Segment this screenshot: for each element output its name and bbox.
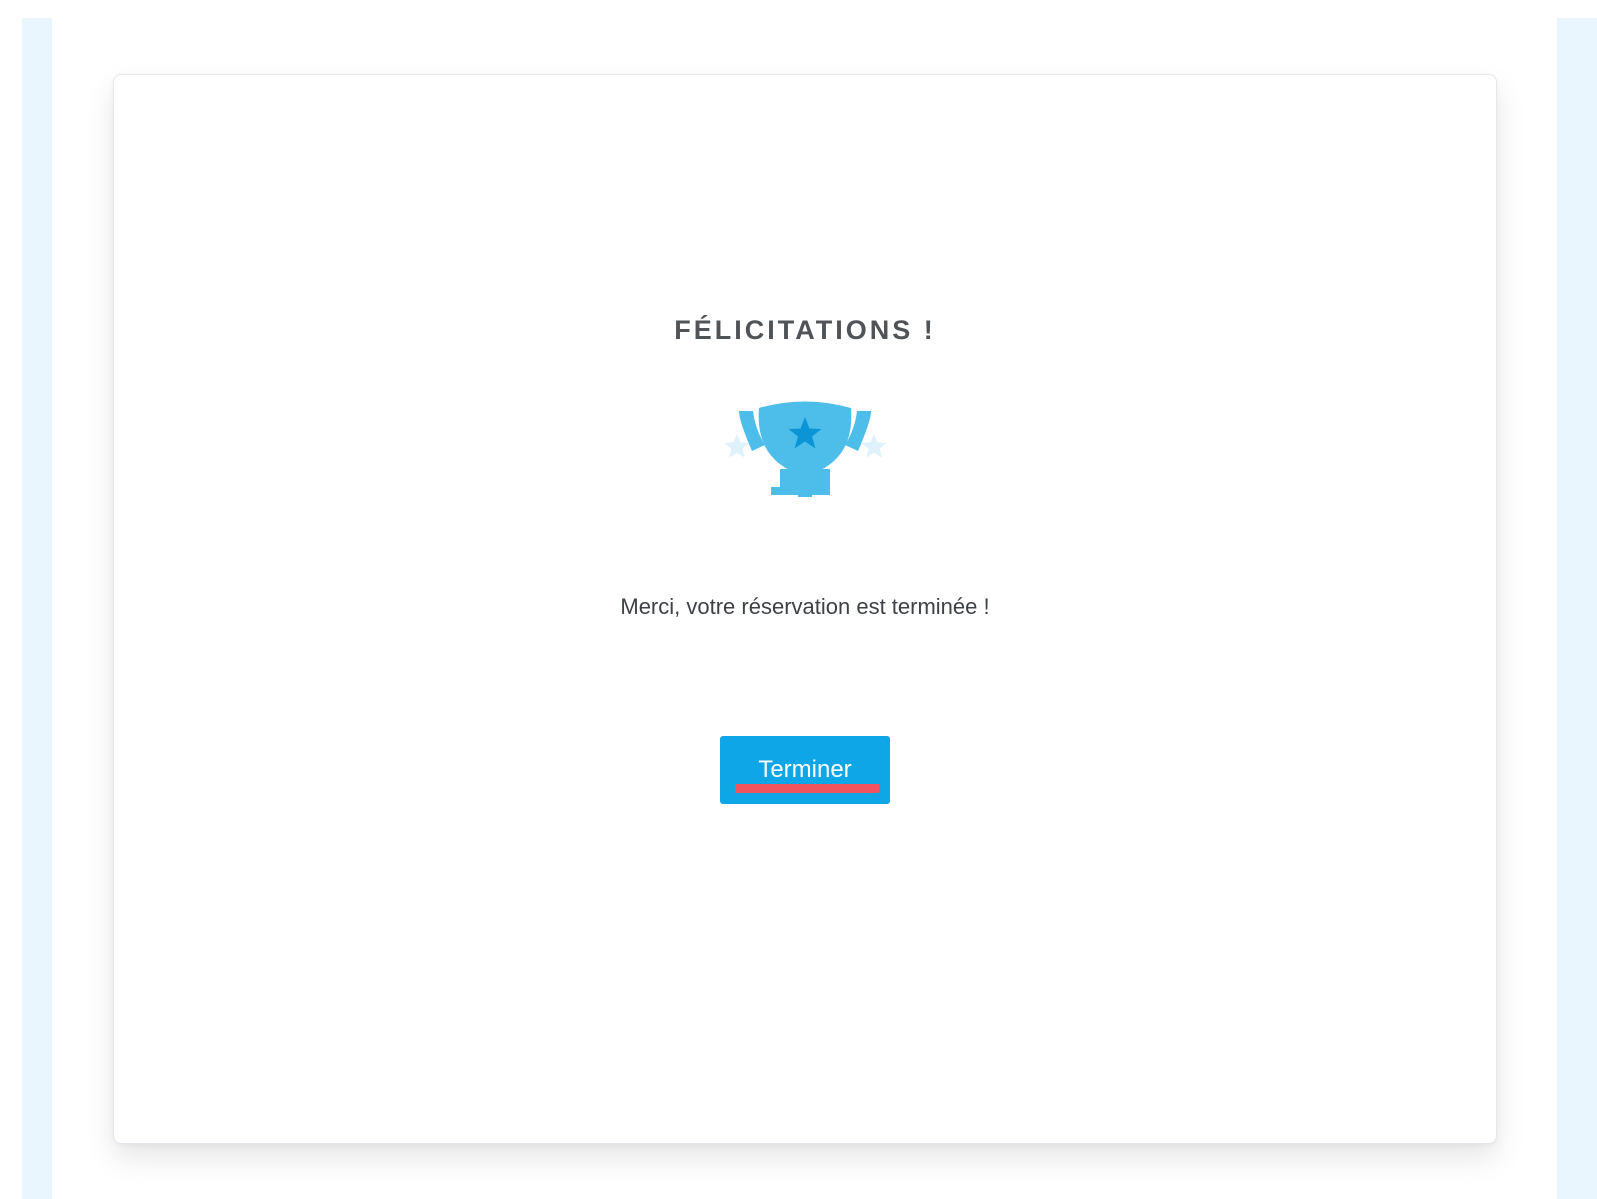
trophy-base <box>771 469 830 495</box>
trophy-icon <box>724 401 887 497</box>
sparkle-star-right-icon <box>861 434 887 458</box>
finish-button-label: Terminer <box>758 756 852 783</box>
confirmation-card: FÉLICITATIONS ! Merci, votre réservation… <box>113 74 1497 1144</box>
right-side-panel <box>1557 18 1597 1199</box>
highlight-underline <box>735 784 879 793</box>
left-side-panel <box>22 18 52 1199</box>
confirmation-message: Merci, votre réservation est terminée ! <box>620 594 990 619</box>
finish-button[interactable]: Terminer <box>720 736 890 804</box>
sparkle-star-left-icon <box>724 434 750 458</box>
confirmation-title: FÉLICITATIONS ! <box>674 315 936 345</box>
